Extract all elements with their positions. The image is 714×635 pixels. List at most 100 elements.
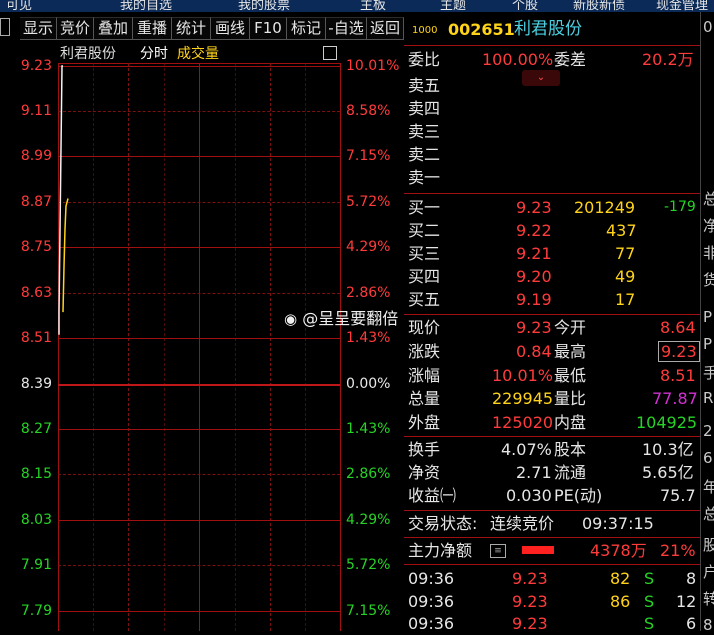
tick-price: 9.23 — [512, 569, 548, 588]
fund-label: 股本 — [554, 440, 587, 459]
buy-row[interactable]: 买四 9.20 49 — [404, 265, 700, 288]
quote-label: 最高 — [554, 342, 587, 361]
quote-label: 涨跌 — [408, 342, 441, 361]
quote-value: 9.23 — [516, 318, 552, 337]
top-nav-item[interactable]: 个股 — [512, 0, 538, 12]
weicha-label: 委差 — [554, 50, 587, 69]
pct-tick: 8.58% — [346, 103, 391, 119]
toolbar-button-remove-watchlist[interactable]: -自选 — [326, 17, 367, 40]
grid-hline — [58, 338, 340, 339]
buy-label: 买五 — [408, 290, 441, 309]
buy-volume: 201249 — [574, 198, 636, 217]
far-right-text: 年 — [703, 476, 714, 497]
pct-tick: 4.29% — [346, 512, 391, 528]
fund-label: 收益㈠ — [408, 486, 457, 505]
buy-label: 买一 — [408, 198, 441, 217]
top-nav-item[interactable]: 可见 — [6, 0, 32, 12]
main-flow-row[interactable]: 主力净额 ≡ 4378万 21% — [404, 539, 700, 562]
quote-value: 125020 — [492, 413, 554, 432]
pct-tick: 2.86% — [346, 285, 391, 301]
chart-maximize-icon[interactable] — [323, 46, 337, 60]
trade-status-label: 交易状态: — [408, 514, 478, 533]
quote-label: 今开 — [554, 318, 587, 337]
fund-row: 换手 4.07% 股本 10.3亿 — [404, 438, 700, 461]
price-tick: 7.79 — [20, 603, 52, 619]
grid-hline — [58, 429, 340, 430]
buy-change: -179 — [664, 199, 696, 215]
price-tick: 8.51 — [20, 330, 52, 346]
toolbar-button-display[interactable]: 显示 — [20, 17, 57, 40]
trade-status-value: 连续竞价 — [490, 514, 555, 533]
far-right-text: 6 — [703, 449, 713, 467]
quote-label: 现价 — [408, 318, 441, 337]
fund-label: 净资 — [408, 463, 441, 482]
intraday-chart-panel: 利君股份 分时 成交量 9.23 9.11 8.99 8.87 8.75 8.6… — [0, 41, 404, 631]
top-nav-item[interactable]: 现金管理 — [656, 0, 708, 12]
tick-volume: 82 — [610, 569, 631, 588]
toolbar-button-stats[interactable]: 统计 — [172, 17, 211, 40]
divider — [404, 314, 700, 315]
quote-label: 涨幅 — [408, 366, 441, 385]
toolbar-button-back[interactable]: 返回 — [367, 17, 404, 40]
chart-toolbar: 显示 竞价 叠加 重播 统计 画线 F10 标记 -自选 返回 — [0, 12, 404, 41]
far-right-panel: 0 总 净 非 货 P P 手 R 2 6 年 总 股 户 转 8 — [700, 12, 714, 631]
quote-value: 8.51 — [660, 366, 696, 385]
toolbar-button-overlay[interactable]: 叠加 — [94, 17, 133, 40]
toolbar-button-auction[interactable]: 竞价 — [57, 17, 94, 40]
quote-value: 8.64 — [660, 318, 696, 337]
stock-name[interactable]: 利君股份 — [514, 18, 582, 41]
grid-hline — [58, 474, 340, 475]
buy-price: 9.19 — [516, 290, 552, 309]
buy-row[interactable]: 买二 9.22 437 — [404, 219, 700, 242]
far-right-text: 0 — [703, 18, 713, 36]
top-nav-item[interactable]: 主板 — [360, 0, 386, 12]
pct-tick: 1.43% — [346, 330, 391, 346]
grid-vline — [305, 63, 306, 631]
far-right-text: 手 — [703, 362, 714, 383]
buy-label: 买二 — [408, 221, 441, 240]
buy-price: 9.22 — [516, 221, 552, 240]
tick-side: S — [644, 569, 655, 588]
buy-row[interactable]: 买三 9.21 77 — [404, 242, 700, 265]
grid-vline — [93, 63, 94, 631]
chart-frame-right — [340, 63, 341, 631]
chart-indicator-label[interactable]: 成交量 — [177, 43, 219, 63]
price-tick: 8.75 — [20, 239, 52, 255]
pct-tick: 10.01% — [346, 58, 400, 74]
chart-mode-label[interactable]: 分时 — [140, 43, 168, 63]
top-nav-item[interactable]: 我的自选 — [120, 0, 172, 12]
list-icon[interactable]: ≡ — [490, 544, 506, 558]
toolbar-button-draw[interactable]: 画线 — [211, 17, 250, 40]
quote-value: 77.87 — [652, 389, 698, 408]
top-nav-item[interactable]: 主题 — [440, 0, 466, 12]
price-series-line — [58, 65, 63, 335]
divider — [404, 564, 700, 565]
far-right-text: 8 — [703, 616, 713, 631]
sell-label: 卖二 — [408, 145, 441, 164]
weibi-value: 100.00% — [482, 50, 554, 69]
sell-label: 卖四 — [408, 99, 441, 118]
grid-vline — [164, 63, 165, 631]
price-tick: 8.27 — [20, 421, 52, 437]
toolbar-button-mark[interactable]: 标记 — [287, 17, 326, 40]
main-flow-amount: 4378万 — [590, 541, 647, 560]
quote-value: 0.84 — [516, 342, 552, 361]
pct-tick: 4.29% — [346, 239, 391, 255]
divider — [404, 436, 700, 437]
grid-vline — [270, 63, 271, 631]
buy-row[interactable]: 买五 9.19 17 — [404, 288, 700, 311]
trade-status-time: 09:37:15 — [582, 514, 654, 533]
market-prefix: 1000 — [412, 25, 438, 36]
weibi-label: 委比 — [408, 50, 441, 69]
fund-value: 5.65亿 — [642, 463, 694, 482]
buy-row[interactable]: 买一 9.23 201249 -179 — [404, 196, 700, 219]
toolbar-button-replay[interactable]: 重播 — [133, 17, 172, 40]
quote-row: 涨跌 0.84 最高 9.23 — [404, 340, 700, 363]
panel-toggle-icon[interactable] — [0, 18, 10, 36]
main-flow-bar — [522, 546, 554, 554]
toolbar-button-f10[interactable]: F10 — [250, 17, 287, 40]
fund-label: 流通 — [554, 463, 587, 482]
top-nav-item[interactable]: 我的股票 — [238, 0, 290, 12]
buy-volume: 437 — [606, 221, 637, 240]
top-nav-item[interactable]: 新股新债 — [573, 0, 625, 12]
